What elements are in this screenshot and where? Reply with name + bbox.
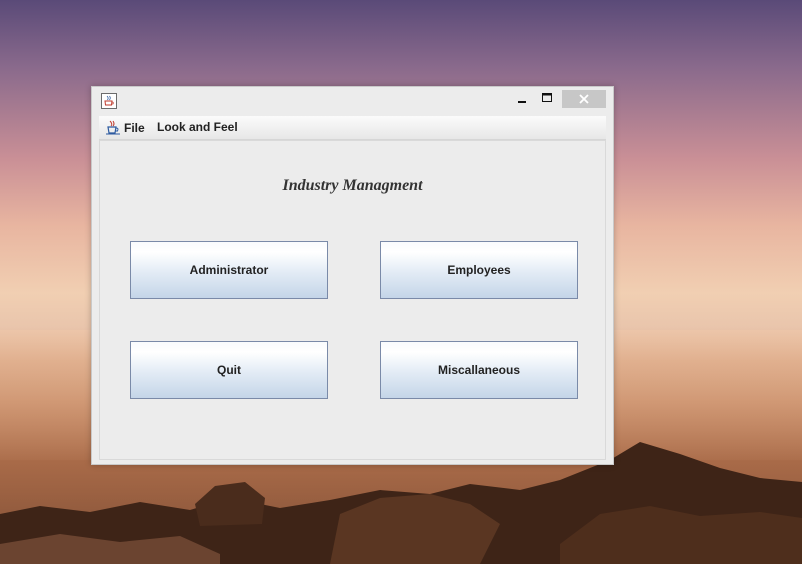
maximize-icon[interactable] bbox=[536, 90, 558, 108]
main-panel: Industry Managment Administrator Employe… bbox=[99, 140, 606, 460]
page-title: Industry Managment bbox=[282, 177, 423, 194]
menu-look-and-feel[interactable]: Look and Feel bbox=[157, 120, 238, 134]
java-cup-icon[interactable] bbox=[101, 93, 117, 109]
menu-file[interactable]: File bbox=[105, 120, 145, 138]
administrator-button[interactable]: Administrator bbox=[130, 241, 328, 299]
miscellaneous-button[interactable]: Miscallaneous bbox=[380, 341, 578, 399]
quit-button[interactable]: Quit bbox=[130, 341, 328, 399]
app-window: File Look and Feel Industry Managment Ad… bbox=[91, 86, 614, 465]
close-icon[interactable] bbox=[562, 90, 606, 108]
title-bar[interactable] bbox=[92, 87, 613, 115]
employees-button[interactable]: Employees bbox=[380, 241, 578, 299]
java-cup-icon bbox=[105, 120, 121, 138]
menu-bar: File Look and Feel bbox=[99, 116, 606, 140]
menu-file-label: File bbox=[124, 121, 145, 135]
minimize-icon[interactable] bbox=[511, 90, 533, 108]
